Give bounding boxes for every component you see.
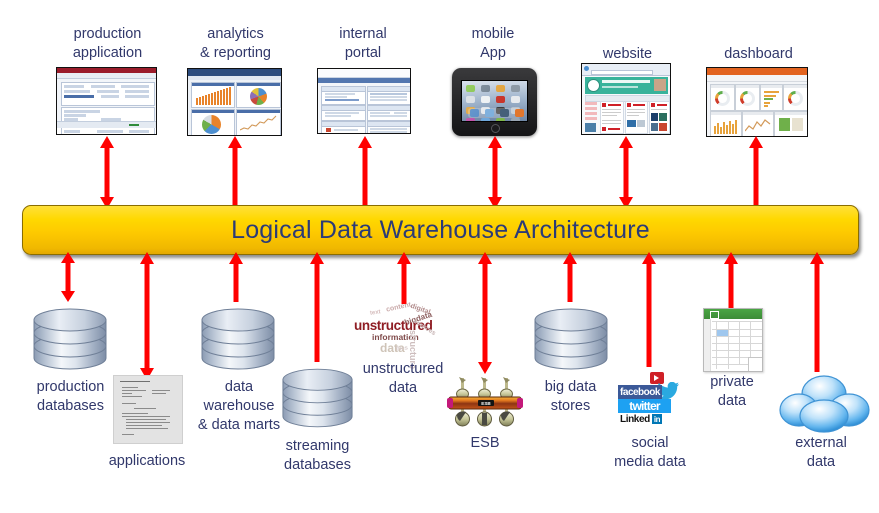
unstructured-data-icon: content digital text bigdata unstructure… xyxy=(354,301,437,370)
diagram-canvas: production application analytics & repor… xyxy=(0,0,879,513)
arrow-external-data xyxy=(809,252,825,372)
arrow-esb xyxy=(477,252,493,374)
caption-private-data: private data xyxy=(710,374,754,409)
caption-dashboard: dashboard xyxy=(724,46,793,62)
arrow-data-warehouse xyxy=(228,252,244,302)
linkedin-label: Linked xyxy=(620,413,650,425)
social-media-data-icon: facebook twitter Linked in xyxy=(618,372,680,425)
caption-internal-portal: internal portal xyxy=(339,26,387,61)
linkedin-badge: in xyxy=(652,414,662,424)
dashboard-screenshot xyxy=(706,67,808,137)
arrow-internal-portal xyxy=(357,136,373,209)
analytics-reporting-screenshot xyxy=(187,68,282,136)
big-data-stores-icon xyxy=(533,303,609,375)
caption-big-data-stores: big data stores xyxy=(544,379,597,414)
arrow-social-media-data xyxy=(641,252,657,367)
linkedin-logo: Linked in xyxy=(618,413,664,425)
tablet-device-icon xyxy=(452,68,537,136)
esb-icon: ESB xyxy=(445,375,525,430)
arrow-production-databases xyxy=(60,252,76,302)
arrow-website xyxy=(618,136,634,209)
twitter-label: twitter xyxy=(629,399,660,413)
arrow-mobile-app xyxy=(487,136,503,209)
arrow-private-data xyxy=(723,252,739,308)
arrow-applications xyxy=(139,252,155,380)
facebook-label: facebook xyxy=(620,386,660,398)
arrow-production-application xyxy=(99,136,115,209)
production-application-screenshot xyxy=(56,67,157,135)
internal-portal-screenshot xyxy=(317,68,411,134)
arrow-big-data-stores xyxy=(562,252,578,302)
arrow-dashboard xyxy=(748,136,764,209)
facebook-logo: facebook xyxy=(618,385,662,399)
private-data-icon xyxy=(703,308,763,372)
production-databases-icon xyxy=(32,303,108,375)
caption-esb: ESB xyxy=(470,435,500,451)
esb-bus-label: ESB xyxy=(481,401,491,406)
caption-external-data: external data xyxy=(795,435,847,470)
twitter-logo: twitter xyxy=(618,399,671,413)
data-warehouse-icon xyxy=(200,303,276,375)
arrow-streaming-databases xyxy=(309,252,325,362)
arrow-analytics-reporting xyxy=(227,136,243,209)
caption-applications: applications xyxy=(108,453,186,469)
external-data-icon xyxy=(777,372,871,439)
banner-title: Logical Data Warehouse Architecture xyxy=(231,215,650,244)
applications-icon xyxy=(113,375,183,444)
caption-streaming-databases: streaming databases xyxy=(284,438,351,473)
caption-mobile-app: mobile App xyxy=(471,26,515,61)
arrow-unstructured-data xyxy=(396,252,412,304)
website-screenshot xyxy=(581,63,671,135)
caption-social-media-data: social media data xyxy=(614,435,686,470)
caption-website: website xyxy=(602,46,653,62)
logical-data-warehouse-banner[interactable]: Logical Data Warehouse Architecture xyxy=(22,205,859,255)
